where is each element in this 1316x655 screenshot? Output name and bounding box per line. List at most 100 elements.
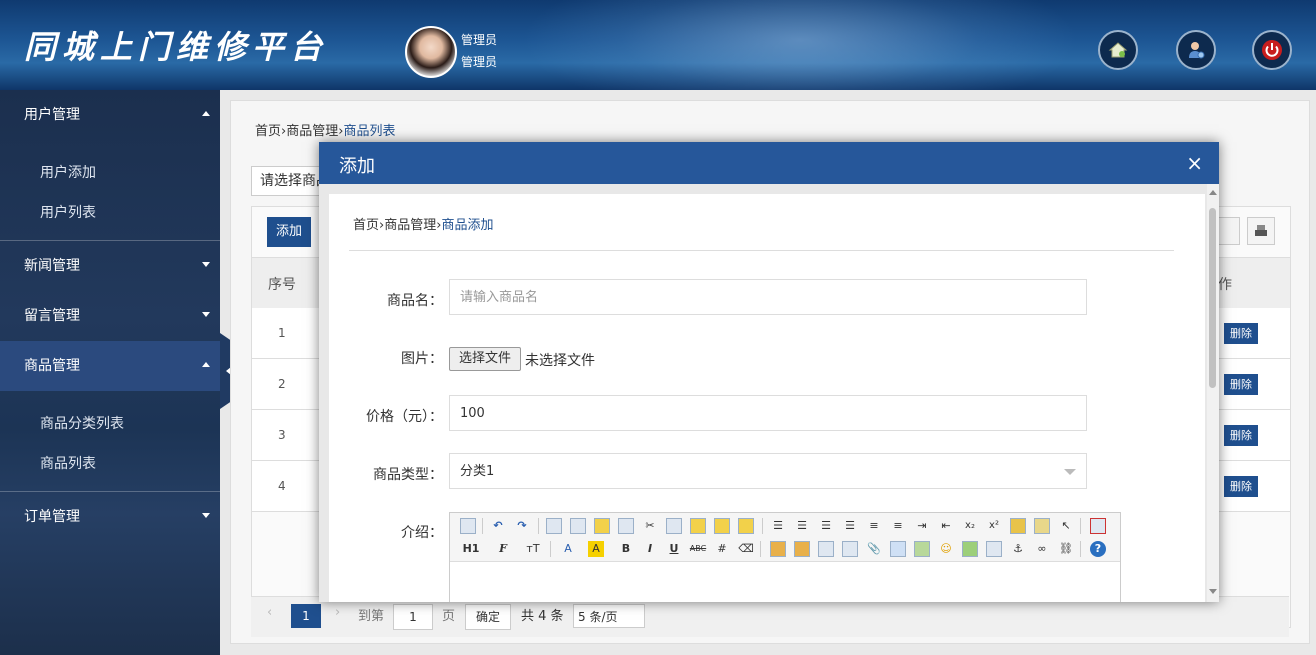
paste-text-icon[interactable] xyxy=(714,518,730,534)
redo-icon[interactable]: ↷ xyxy=(514,518,530,534)
choose-file-button[interactable]: 选择文件 xyxy=(449,347,521,371)
bullet-list-icon[interactable]: ≡ xyxy=(890,518,906,534)
underline-icon[interactable]: U xyxy=(666,541,682,557)
unlink-icon[interactable]: ⛓ xyxy=(1058,541,1074,557)
undo-icon[interactable]: ↶ xyxy=(490,518,506,534)
help-icon[interactable]: ? xyxy=(1090,541,1106,557)
subscript-icon[interactable]: x₂ xyxy=(962,518,978,534)
sidebar-item-user-list[interactable]: 用户列表 xyxy=(40,202,96,222)
font-color-icon[interactable]: A xyxy=(560,541,576,557)
menu-order-management[interactable]: 订单管理 xyxy=(0,492,220,542)
export-button[interactable] xyxy=(1247,217,1275,245)
menu-product-management[interactable]: 商品管理 xyxy=(0,341,220,391)
horizontal-rule-icon[interactable] xyxy=(914,541,930,557)
scrollbar-thumb[interactable] xyxy=(1209,208,1216,388)
highlight-icon[interactable]: A xyxy=(588,541,604,557)
clear-format-icon[interactable] xyxy=(1010,518,1026,534)
paste-icon[interactable] xyxy=(690,518,706,534)
breadcrumb-section[interactable]: 商品管理 xyxy=(384,218,436,233)
align-right-icon[interactable]: ☰ xyxy=(818,518,834,534)
align-center-icon[interactable]: ☰ xyxy=(794,518,810,534)
scroll-up-icon[interactable] xyxy=(1209,190,1217,195)
attachment-icon[interactable]: 📎 xyxy=(866,541,882,557)
app-logo: 同城上门维修平台 xyxy=(24,28,329,66)
link-icon[interactable]: ∞ xyxy=(1034,541,1050,557)
paste-word-icon[interactable] xyxy=(738,518,754,534)
confirm-button[interactable]: 确定 xyxy=(465,604,511,630)
header-glow xyxy=(520,0,1080,90)
align-left-icon[interactable]: ☰ xyxy=(770,518,786,534)
product-name-input[interactable]: 请输入商品名 xyxy=(449,279,1087,315)
breadcrumb: 首页›商品管理›商品列表 xyxy=(255,124,396,139)
rich-text-editor[interactable]: ↶ ↷ ✂ ☰ ☰ ☰ ☰ ≡ ≡ ⇥ ⇤ x₂ x² ↖ H1 F тT A … xyxy=(449,512,1121,602)
indent-icon[interactable]: ⇥ xyxy=(914,518,930,534)
menu-user-management[interactable]: 用户管理 xyxy=(0,90,220,140)
outdent-icon[interactable]: ⇤ xyxy=(938,518,954,534)
insert-image-icon[interactable] xyxy=(770,541,786,557)
print-icon[interactable] xyxy=(570,518,586,534)
close-icon[interactable]: × xyxy=(1186,153,1203,173)
type-select[interactable]: 分类1 xyxy=(449,453,1087,489)
user-settings-button[interactable] xyxy=(1176,30,1216,70)
delete-button[interactable]: 删除 xyxy=(1224,374,1258,395)
emoticon-icon[interactable]: ☺ xyxy=(938,541,954,557)
menu-label: 用户管理 xyxy=(24,107,80,123)
strikethrough-icon[interactable]: ABC xyxy=(688,541,708,557)
sidebar-item-category-list[interactable]: 商品分类列表 xyxy=(40,413,124,433)
insert-photo-icon[interactable] xyxy=(962,541,978,557)
font-size-icon[interactable]: тT xyxy=(522,541,544,557)
preview-icon[interactable] xyxy=(546,518,562,534)
next-page-icon[interactable]: › xyxy=(335,605,340,620)
insert-flash-icon[interactable] xyxy=(842,541,858,557)
font-family-icon[interactable]: F xyxy=(494,541,512,557)
sidebar-item-product-list[interactable]: 商品列表 xyxy=(40,453,96,473)
anchor-icon[interactable]: ⚓ xyxy=(1010,541,1026,557)
page-break-icon[interactable] xyxy=(986,541,1002,557)
goto-label: 到第 xyxy=(358,609,385,624)
template-icon[interactable] xyxy=(594,518,610,534)
heading-icon[interactable]: H1 xyxy=(458,541,484,557)
prev-page-icon[interactable]: ‹ xyxy=(267,605,272,620)
ordered-list-icon[interactable]: ≡ xyxy=(866,518,882,534)
home-icon xyxy=(1108,42,1128,58)
file-status: 未选择文件 xyxy=(525,353,595,369)
goto-input[interactable]: 1 xyxy=(393,604,433,630)
insert-media-icon[interactable] xyxy=(794,541,810,557)
modal-scrollbar[interactable] xyxy=(1207,184,1219,602)
page-size-select[interactable]: 5 条/页 xyxy=(573,604,645,628)
delete-button[interactable]: 删除 xyxy=(1224,476,1258,497)
breadcrumb-home[interactable]: 首页 xyxy=(255,124,281,139)
source-icon[interactable] xyxy=(460,518,476,534)
sidebar-item-user-add[interactable]: 用户添加 xyxy=(40,162,96,182)
scroll-down-icon[interactable] xyxy=(1209,589,1217,594)
italic-icon[interactable]: I xyxy=(642,541,658,557)
code-icon[interactable] xyxy=(618,518,634,534)
name-label: 商品名： xyxy=(387,293,443,309)
align-justify-icon[interactable]: ☰ xyxy=(842,518,858,534)
insert-table-icon[interactable] xyxy=(890,541,906,557)
table-grid-icon[interactable]: # xyxy=(714,541,730,557)
divider xyxy=(349,250,1174,251)
fullscreen-icon[interactable] xyxy=(1090,518,1106,534)
search-icon[interactable] xyxy=(818,541,834,557)
menu-news-management[interactable]: 新闻管理 xyxy=(0,241,220,291)
bold-icon[interactable]: B xyxy=(618,541,634,557)
price-input[interactable]: 100 xyxy=(449,395,1087,431)
logout-button[interactable] xyxy=(1252,30,1292,70)
superscript-icon[interactable]: x² xyxy=(986,518,1002,534)
home-button[interactable] xyxy=(1098,30,1138,70)
breadcrumb-section[interactable]: 商品管理 xyxy=(286,124,338,139)
delete-button[interactable]: 删除 xyxy=(1224,323,1258,344)
add-button[interactable]: 添加 xyxy=(267,217,311,247)
delete-button[interactable]: 删除 xyxy=(1224,425,1258,446)
page-1[interactable]: 1 xyxy=(291,604,321,628)
toolbar-divider xyxy=(760,541,761,557)
menu-message-management[interactable]: 留言管理 xyxy=(0,291,220,341)
select-all-icon[interactable] xyxy=(1034,518,1050,534)
breadcrumb-home[interactable]: 首页 xyxy=(353,218,379,233)
cut-icon[interactable]: ✂ xyxy=(642,518,658,534)
cursor-icon[interactable]: ↖ xyxy=(1058,518,1074,534)
menu-label: 订单管理 xyxy=(24,509,80,525)
copy-icon[interactable] xyxy=(666,518,682,534)
eraser-icon[interactable]: ⌫ xyxy=(738,541,754,557)
